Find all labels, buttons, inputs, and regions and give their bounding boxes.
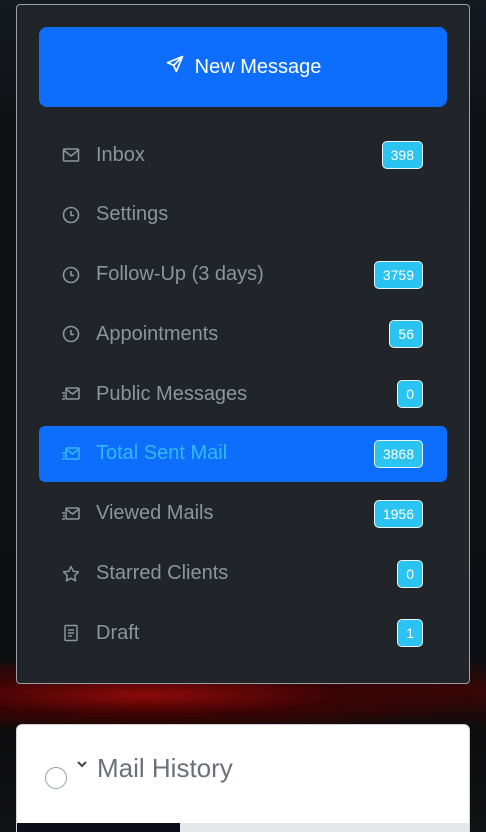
sidebar-item-starred-clients[interactable]: Starred Clients 0 [39, 546, 447, 602]
sidebar-item-label: Starred Clients [96, 562, 229, 585]
sidebar-item-draft[interactable]: Draft 1 [39, 605, 447, 661]
new-message-button[interactable]: New Message [39, 27, 447, 107]
sidebar-item-label: Settings [96, 203, 169, 226]
send-icon [165, 54, 185, 80]
sidebar-item-follow-up[interactable]: Follow-Up (3 days) 3759 [39, 247, 447, 303]
history-radio[interactable] [45, 767, 67, 789]
sent-mail-icon [61, 444, 81, 464]
history-progress-bar [17, 823, 469, 832]
sidebar-item-label: Total Sent Mail [96, 442, 228, 465]
sidebar-item-appointments[interactable]: Appointments 56 [39, 306, 447, 362]
count-badge: 0 [397, 380, 423, 409]
mail-history-card: Mail History [16, 724, 470, 832]
mail-sidebar-panel: New Message Inbox 398 Settings Follow-Up (3… [16, 4, 470, 684]
star-icon [61, 564, 81, 584]
document-icon [61, 623, 81, 643]
count-badge: 0 [397, 559, 423, 588]
sidebar-item-label: Draft [96, 621, 140, 644]
sidebar-item-label: Follow-Up (3 days) [96, 263, 264, 286]
clock-icon [61, 265, 81, 285]
sidebar-item-label: Viewed Mails [96, 502, 214, 525]
sidebar-item-label: Inbox [96, 143, 145, 166]
count-badge: 3759 [373, 260, 423, 289]
new-message-label: New Message [194, 55, 322, 78]
sent-mail-icon [61, 384, 81, 404]
count-badge: 398 [381, 141, 423, 169]
count-badge: 1956 [373, 499, 423, 528]
mail-history-title: Mail History [97, 753, 233, 783]
sidebar-item-viewed-mails[interactable]: Viewed Mails 1956 [39, 486, 447, 542]
sidebar-item-public-messages[interactable]: Public Messages 0 [39, 366, 447, 422]
sidebar-item-label: Appointments [96, 322, 219, 345]
count-badge: 1 [397, 619, 423, 648]
sidebar-item-settings[interactable]: Settings [39, 187, 447, 243]
clock-icon [61, 324, 81, 344]
clock-icon [61, 205, 81, 225]
envelope-icon [61, 145, 81, 165]
sent-mail-icon [61, 504, 81, 524]
mail-menu: Inbox 398 Settings Follow-Up (3 days) 3759 Ap… [39, 127, 447, 665]
chevron-down-icon[interactable] [75, 757, 89, 771]
sidebar-item-label: Public Messages [96, 382, 248, 405]
sidebar-item-total-sent-mail[interactable]: Total Sent Mail 3868 [39, 425, 447, 482]
sidebar-item-inbox[interactable]: Inbox 398 [39, 127, 447, 183]
count-badge: 56 [389, 320, 423, 349]
count-badge: 3868 [373, 439, 423, 468]
history-progress-fill [17, 823, 180, 832]
